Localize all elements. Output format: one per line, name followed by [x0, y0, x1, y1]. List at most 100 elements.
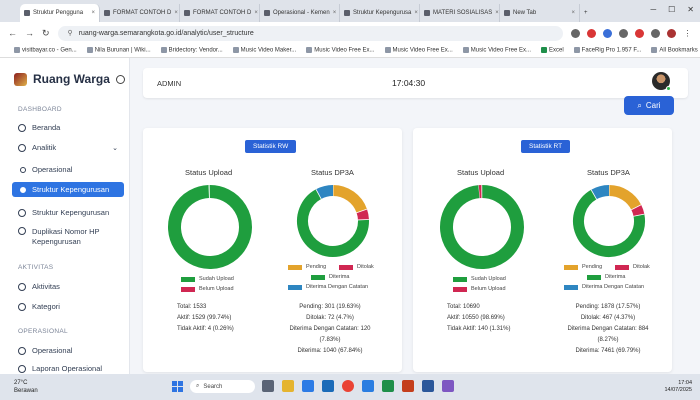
- section-label-aktivitas: AKTIVITAS: [18, 264, 54, 271]
- circle-icon: [20, 166, 26, 173]
- extension-icon[interactable]: [603, 28, 612, 38]
- bookmark-item[interactable]: Music Video Free Ex...: [462, 47, 531, 54]
- tab-label: Operasional - Kemen: [273, 10, 330, 16]
- slice-pending: [332, 185, 367, 214]
- extensions-puzzle-icon[interactable]: [651, 28, 660, 38]
- slice-ditolak: [356, 209, 369, 221]
- app-icon[interactable]: [442, 380, 454, 392]
- sidebar-subitem-struktur-kepengurusan[interactable]: Struktur Kepengurusan: [12, 182, 124, 197]
- sidebar-item-aktivitas[interactable]: Aktivitas: [12, 279, 124, 294]
- folder-icon: [651, 47, 658, 54]
- windows-start-icon[interactable]: [172, 381, 183, 392]
- address-bar-row: ← → ↻ ⚲ ruang-warga.semarangkota.go.id/an…: [0, 22, 700, 44]
- close-icon[interactable]: ×: [254, 10, 258, 16]
- maximize-icon[interactable]: ☐: [668, 5, 675, 14]
- sidebar-item-operasional[interactable]: Operasional: [12, 343, 124, 358]
- close-icon[interactable]: ×: [174, 10, 178, 16]
- circle-icon[interactable]: [115, 74, 125, 84]
- bookmark-star-icon[interactable]: [571, 28, 580, 38]
- menu-kebab-icon[interactable]: ⋮: [683, 29, 692, 38]
- bookmark-item[interactable]: Music Video Free Ex...: [384, 47, 453, 54]
- tab-favicon-icon: [264, 10, 270, 16]
- rw-dp3a-stats: Pending: 301 (19.63%) Ditolak: 72 (4.7%)…: [289, 304, 371, 354]
- excel-icon[interactable]: [382, 380, 394, 392]
- sidebar-item-duplikasi[interactable]: Duplikasi Nomor HP Kepengurusan: [12, 225, 124, 249]
- sidebar-subitem-operasional[interactable]: Operasional: [12, 162, 124, 177]
- browser-tab[interactable]: FORMAT CONTOH D ×: [180, 4, 260, 22]
- bookmark-item[interactable]: visitbayar.co - Gen...: [14, 47, 77, 54]
- browser-tab[interactable]: FORMAT CONTOH D ×: [100, 4, 180, 22]
- new-tab-button[interactable]: +: [580, 4, 596, 22]
- word-icon[interactable]: [422, 380, 434, 392]
- bookmark-icon: [306, 47, 313, 54]
- forward-icon[interactable]: →: [25, 28, 34, 38]
- taskbar-search-input[interactable]: ⌕ Search: [190, 380, 255, 393]
- url-input[interactable]: ⚲ ruang-warga.semarangkota.go.id/analytic…: [57, 25, 563, 41]
- close-icon[interactable]: ×: [91, 10, 95, 16]
- extension-icon[interactable]: [635, 28, 644, 38]
- rw-upload-stats: Total: 1533 Aktif: 1529 (99.74%) Tidak A…: [177, 304, 234, 332]
- reload-icon[interactable]: ↻: [42, 28, 50, 39]
- sidebar-item-analitik[interactable]: Analitik ⌄: [12, 140, 124, 155]
- close-icon[interactable]: ×: [495, 10, 499, 16]
- extension-icon[interactable]: [587, 28, 596, 38]
- bookmark-icon: [160, 47, 167, 54]
- browser-tab[interactable]: Struktur Kepengurusa ×: [340, 4, 420, 22]
- minimize-icon[interactable]: ─: [650, 5, 656, 14]
- taskbar-apps: [262, 380, 454, 392]
- extension-icon[interactable]: [619, 28, 628, 38]
- close-icon[interactable]: ×: [571, 10, 575, 16]
- bookmark-item[interactable]: Bridectory: Vendor...: [160, 47, 223, 54]
- bookmark-item[interactable]: Nila Burunan | Wiki...: [86, 47, 151, 54]
- browser-tab[interactable]: Operasional - Kemen ×: [260, 4, 340, 22]
- sidebar-item-kategori[interactable]: Kategori: [12, 299, 124, 314]
- analytics-icon: [18, 143, 26, 152]
- bookmark-item[interactable]: Music Video Maker...: [232, 47, 296, 54]
- bookmark-icon: [462, 47, 469, 54]
- tab-label: Struktur Kepengurusa: [353, 10, 412, 16]
- browser-tab[interactable]: MATERI SOSIALISAS ×: [420, 4, 500, 22]
- back-icon[interactable]: ←: [8, 28, 17, 38]
- profile-avatar-icon[interactable]: [667, 28, 676, 38]
- weather-widget[interactable]: 27°C Berawan: [14, 379, 38, 395]
- legend-swatch-belum: [181, 286, 195, 292]
- brand[interactable]: Ruang Warga: [14, 72, 125, 86]
- section-label-dashboard: DASHBOARD: [18, 106, 62, 113]
- legend-swatch-diterima: [311, 274, 325, 280]
- rt-card-title: Statistik RT: [521, 140, 571, 153]
- tab-label: Struktur Pengguna: [33, 10, 84, 16]
- legend-swatch-diterima: [587, 274, 601, 280]
- bookmark-item[interactable]: Music Video Free Ex...: [306, 47, 375, 54]
- all-bookmarks-button[interactable]: All Bookmarks: [651, 47, 698, 54]
- task-view-icon[interactable]: [262, 380, 274, 392]
- vscode-icon[interactable]: [362, 380, 374, 392]
- edge-icon[interactable]: [302, 380, 314, 392]
- bookmarks-bar: visitbayar.co - Gen... Nila Burunan | Wi…: [0, 44, 700, 58]
- chrome-icon[interactable]: [342, 380, 354, 392]
- rw-dp3a-title: Status DP3A: [311, 168, 354, 177]
- sidebar-item-beranda[interactable]: Beranda: [12, 120, 124, 135]
- store-icon[interactable]: [322, 380, 334, 392]
- close-icon[interactable]: ×: [333, 10, 337, 16]
- activity-icon: [18, 282, 26, 291]
- tab-label: FORMAT CONTOH D: [193, 10, 252, 16]
- system-tray-clock[interactable]: 17:04 14/07/2025: [664, 380, 692, 394]
- legend-swatch-belum: [453, 286, 467, 292]
- browser-tab[interactable]: Struktur Pengguna ×: [20, 4, 100, 22]
- top-bar: ADMIN 17:04:30: [143, 68, 688, 98]
- slice-pending: [608, 185, 642, 211]
- close-icon[interactable]: ×: [414, 10, 418, 16]
- file-explorer-icon[interactable]: [282, 380, 294, 392]
- site-info-icon[interactable]: ⚲: [68, 29, 73, 37]
- powerpoint-icon[interactable]: [402, 380, 414, 392]
- sidebar-item-struktur-kepengurusan[interactable]: Struktur Kepengurusan: [12, 205, 124, 220]
- taskbar: 27°C Berawan ⌕ Search 17:04 14/07/2025: [0, 374, 700, 400]
- browser-tab[interactable]: New Tab ×: [500, 4, 580, 22]
- close-window-icon[interactable]: ✕: [687, 5, 694, 14]
- rt-upload-donut-chart: [440, 184, 524, 269]
- search-button[interactable]: ⌕ Cari: [624, 96, 674, 115]
- bookmark-item[interactable]: Excel: [541, 47, 564, 54]
- tab-favicon-icon: [424, 10, 430, 16]
- bookmark-item[interactable]: FaceRig Pro 1.957 F...: [573, 47, 641, 54]
- sidebar: Ruang Warga DASHBOARD Beranda Analitik ⌄ …: [0, 58, 130, 374]
